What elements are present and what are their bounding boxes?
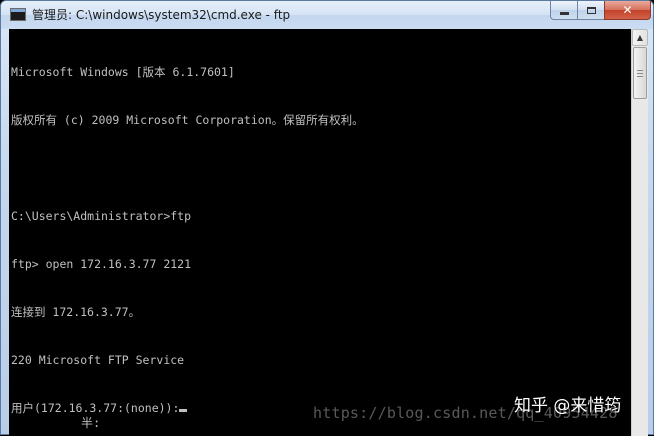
close-icon: ✕ — [622, 3, 633, 17]
scroll-thumb[interactable] — [633, 47, 647, 99]
grip-line — [637, 76, 643, 77]
console-text: Microsoft Windows [版本 6.1.7601] 版权所有 (c)… — [11, 32, 364, 436]
vertical-scrollbar[interactable]: ▲ — [631, 29, 648, 436]
console-line: 版权所有 (c) 2009 Microsoft Corporation。保留所有… — [11, 113, 364, 127]
close-button[interactable]: ✕ — [604, 1, 651, 20]
console-line: C:\Users\Administrator>ftp — [11, 209, 192, 223]
grip-line — [637, 70, 643, 71]
console-line: Microsoft Windows [版本 6.1.7601] — [11, 65, 235, 79]
ftp-user-prompt: 用户(172.16.3.77:(none)): — [11, 401, 180, 415]
scroll-up-button[interactable]: ▲ — [632, 29, 648, 46]
console-output[interactable]: Microsoft Windows [版本 6.1.7601] 版权所有 (c)… — [9, 29, 631, 436]
console-line: 连接到 172.16.3.77。 — [11, 305, 141, 319]
minimize-icon — [559, 11, 569, 15]
cmd-app-icon[interactable] — [10, 8, 26, 21]
caption-buttons: ✕ — [550, 1, 651, 20]
ime-status: 半: — [81, 416, 101, 430]
chevron-up-icon: ▲ — [636, 33, 644, 42]
window-title: 管理员: C:\windows\system32\cmd.exe - ftp — [32, 8, 291, 22]
maximize-button[interactable] — [577, 1, 604, 20]
minimize-button[interactable] — [550, 1, 577, 20]
console-line: ftp> open 172.16.3.77 2121 — [11, 257, 192, 271]
grip-line — [637, 73, 643, 74]
console-prompt-line[interactable]: 用户(172.16.3.77:(none)): — [11, 400, 364, 416]
text-cursor — [179, 409, 188, 412]
cmd-window: 管理员: C:\windows\system32\cmd.exe - ftp ✕… — [0, 0, 654, 436]
title-bar[interactable]: 管理员: C:\windows\system32\cmd.exe - ftp ✕ — [1, 1, 653, 29]
maximize-icon — [586, 6, 596, 14]
watermark-zhihu: 知乎 @来惜筠 — [514, 396, 622, 416]
console-line: 220 Microsoft FTP Service — [11, 353, 185, 367]
